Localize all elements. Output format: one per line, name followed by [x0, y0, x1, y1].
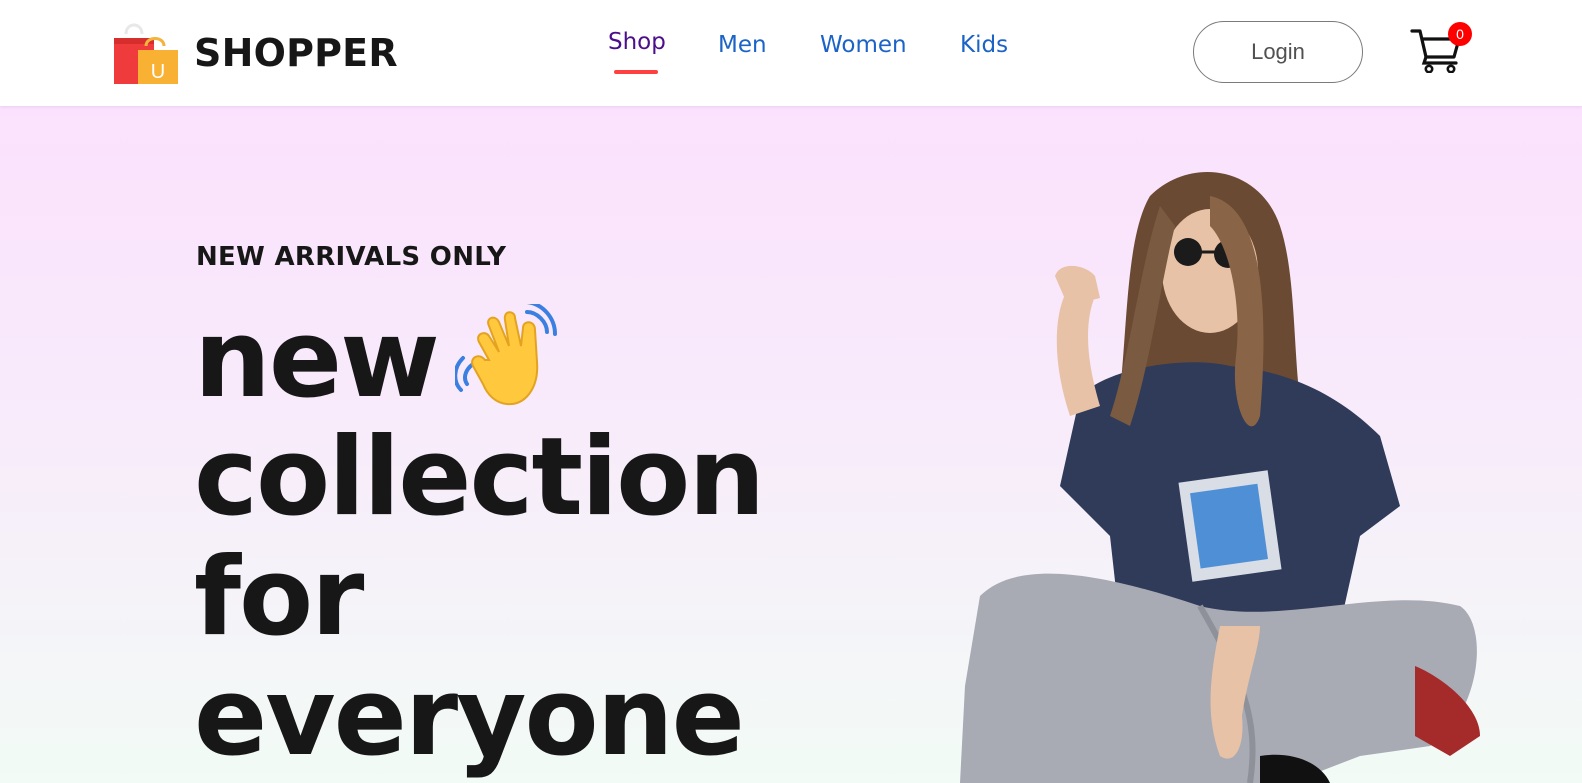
nav-women[interactable]: Women: [820, 32, 907, 58]
shopping-bags-icon: U: [114, 23, 178, 84]
brand-name: SHOPPER: [194, 31, 398, 75]
hero-section: NEW ARRIVALS ONLY new collection for eve…: [0, 106, 1582, 783]
hero-headline-line-2: collection: [194, 415, 765, 540]
hero-headline-line-4: everyone: [194, 655, 745, 780]
hero-headline-line-1: new: [194, 297, 440, 422]
login-button[interactable]: Login: [1193, 21, 1363, 83]
logo-badge-letter: U: [151, 61, 165, 83]
waving-hand-icon: [455, 304, 557, 406]
nav-men[interactable]: Men: [718, 32, 767, 58]
logo[interactable]: U SHOPPER: [112, 20, 398, 86]
active-nav-underline: [614, 70, 658, 74]
hero-tagline: NEW ARRIVALS ONLY: [196, 242, 507, 272]
nav-shop[interactable]: Shop: [608, 29, 666, 55]
hero-headline-line-3: for: [194, 535, 364, 660]
nav-kids[interactable]: Kids: [960, 32, 1008, 58]
cart-count-badge: 0: [1448, 22, 1472, 46]
model-photo: [960, 172, 1480, 783]
site-header: U SHOPPER Shop Men Women Kids Login 0: [0, 0, 1582, 106]
